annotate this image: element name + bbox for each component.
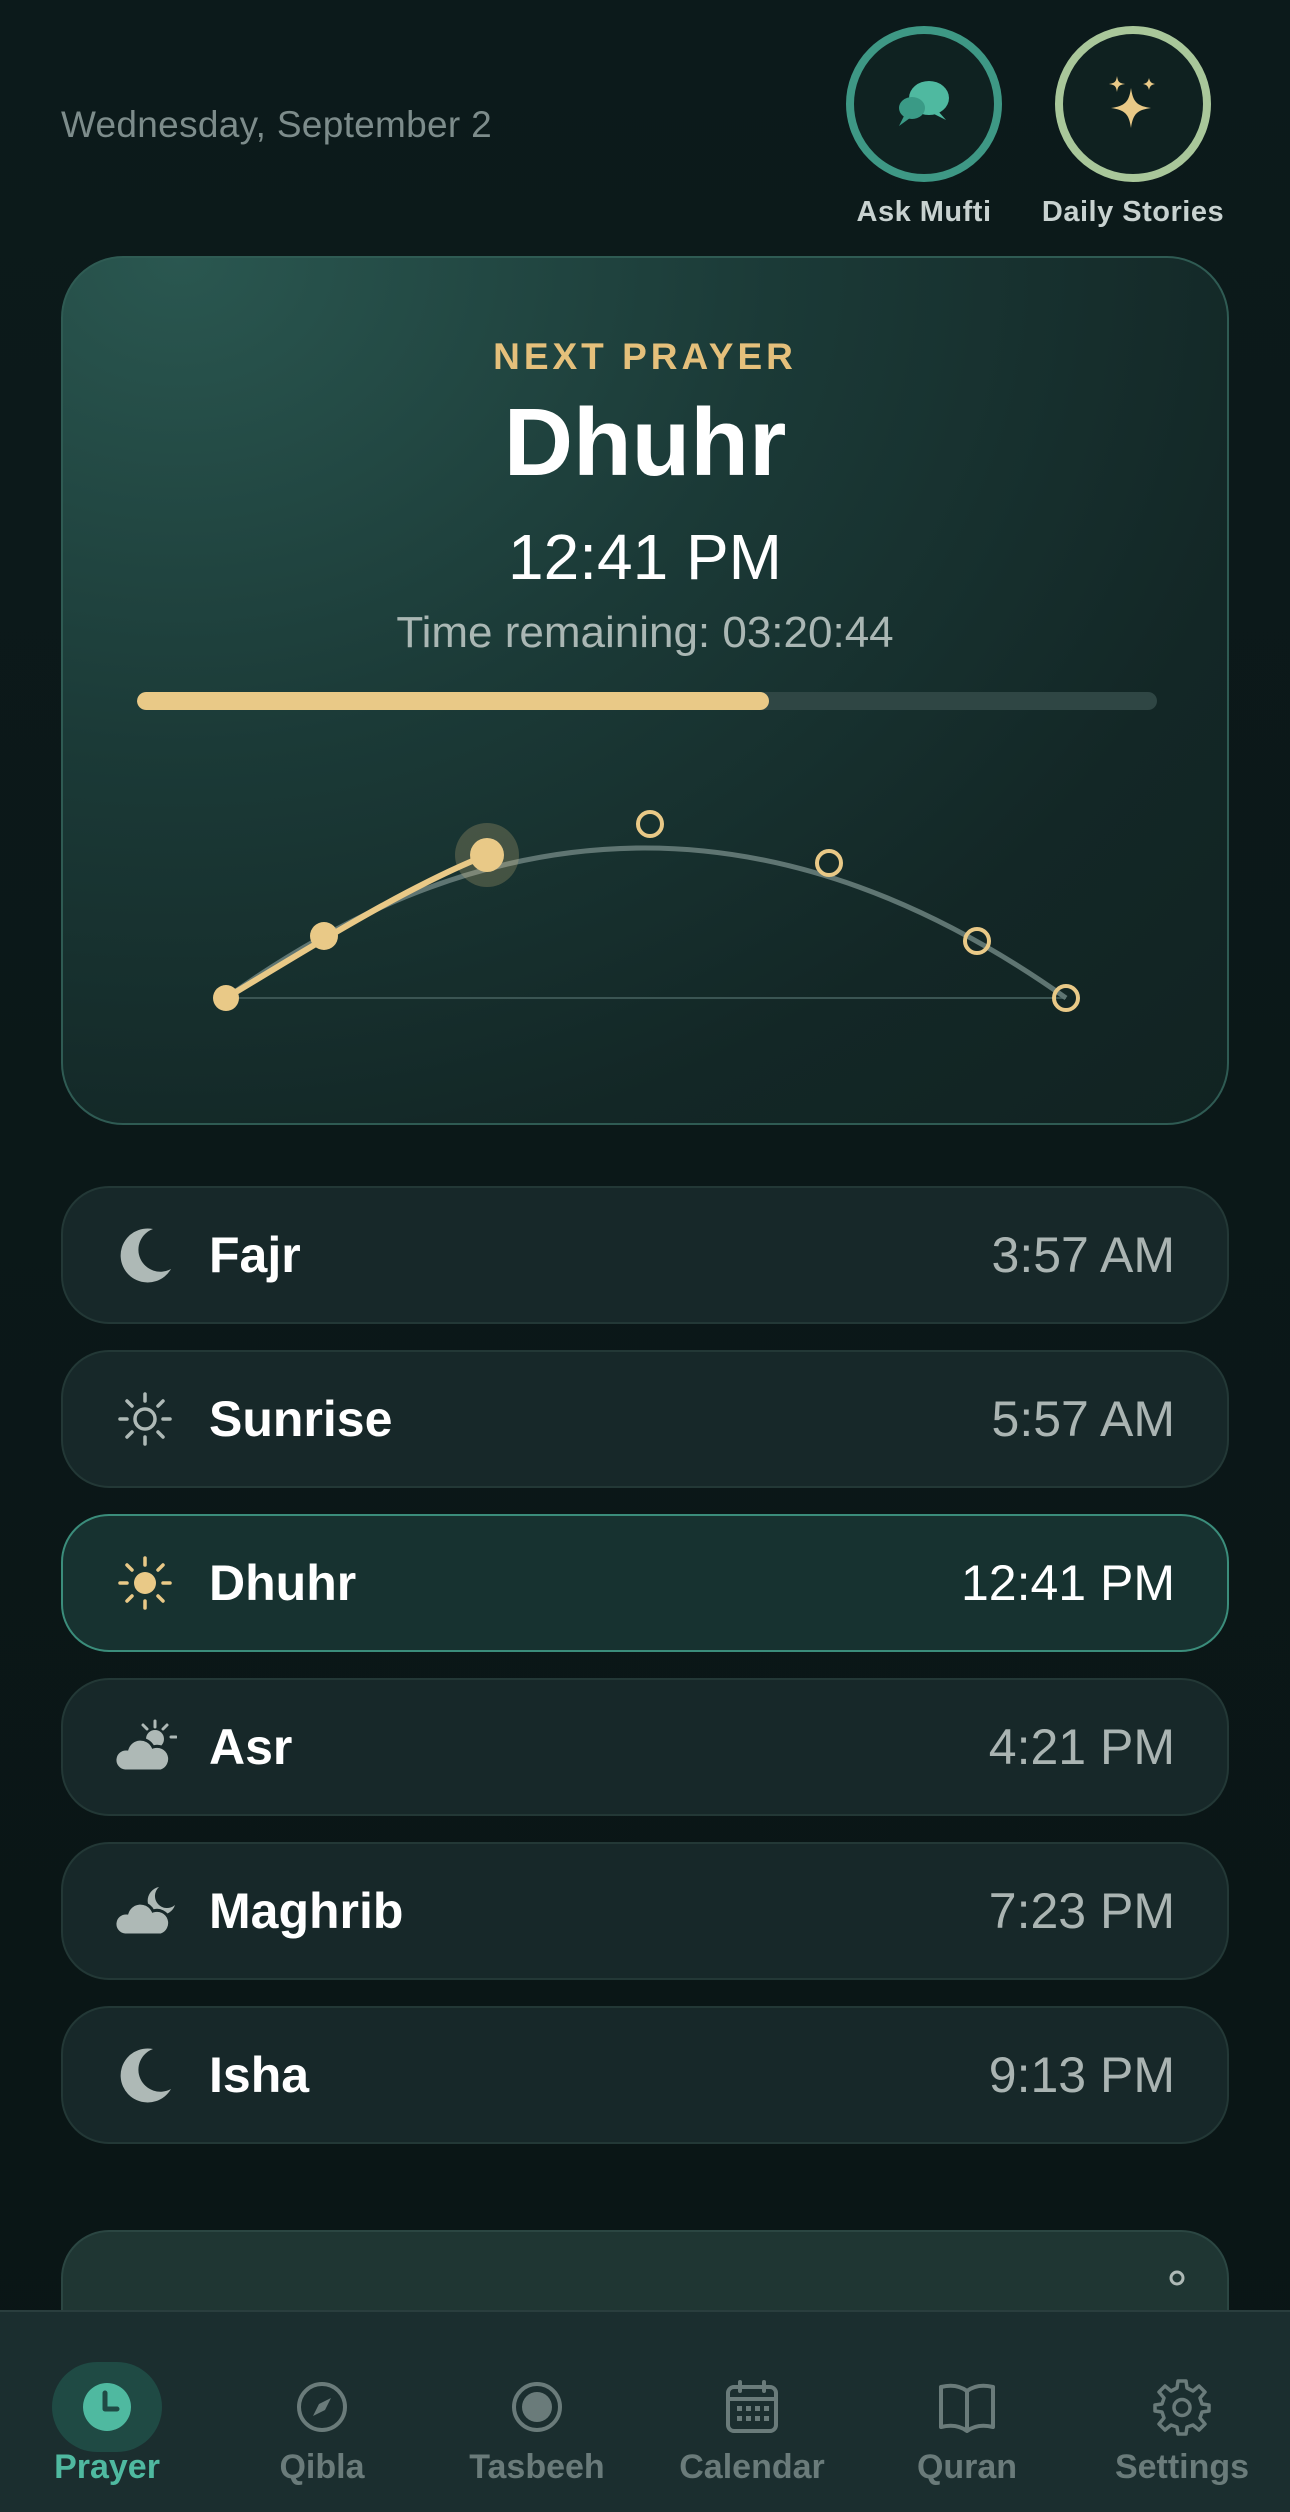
day-progress-fill	[137, 692, 770, 710]
bead-icon	[512, 2382, 562, 2432]
tab-calendar[interactable]: Calendar	[657, 2352, 847, 2487]
prayer-time: 9:13 PM	[988, 2047, 1175, 2103]
daily-stories-button[interactable]: Daily Stories	[1033, 26, 1233, 229]
cloud-moon-icon	[113, 1887, 175, 1937]
prayer-row-dhuhr[interactable]: Dhuhr 12:41 PM	[61, 1514, 1229, 1652]
current-date: Wednesday, September 2	[61, 104, 492, 145]
next-prayer-label: NEXT PRAYER	[493, 336, 797, 377]
clock-icon	[83, 2383, 131, 2431]
daily-stories-circle[interactable]	[1055, 26, 1211, 182]
prayer-time: 4:21 PM	[988, 1719, 1175, 1775]
prayer-name: Fajr	[209, 1227, 301, 1283]
tab-label: Settings	[1114, 2448, 1250, 2486]
prayer-row-asr[interactable]: Asr 4:21 PM	[61, 1678, 1229, 1816]
ask-mufti-circle[interactable]	[846, 26, 1002, 182]
link-icon	[1169, 2270, 1185, 2286]
tab-prayer[interactable]: Prayer	[12, 2352, 202, 2487]
sun-outline-icon	[118, 1392, 172, 1446]
marker-fajr	[213, 985, 239, 1011]
next-prayer-card: NEXT PRAYER Dhuhr 12:41 PM Time remainin…	[61, 256, 1229, 1125]
tab-tasbeeh[interactable]: Tasbeeh	[442, 2352, 632, 2487]
next-prayer-time: 12:41 PM	[508, 521, 782, 593]
tab-label: Quran	[916, 2448, 1018, 2486]
book-icon	[939, 2383, 995, 2433]
chat-bubbles-icon	[899, 81, 949, 126]
cloud-sun-icon	[113, 1719, 177, 1773]
tab-label: Calendar	[679, 2448, 825, 2486]
tab-label: Tasbeeh	[469, 2448, 605, 2486]
tab-bar: Prayer Qibla Tasbeeh Calendar Quran Sett…	[0, 2310, 1290, 2512]
day-progress-bar	[137, 692, 1157, 710]
tab-quran[interactable]: Quran	[872, 2352, 1062, 2487]
marker-current	[470, 838, 504, 872]
prayer-name: Asr	[209, 1719, 293, 1775]
prayer-row-sunrise[interactable]: Sunrise 5:57 AM	[61, 1350, 1229, 1488]
prayer-row-isha[interactable]: Isha 9:13 PM	[61, 2006, 1229, 2144]
sparkles-icon	[1109, 76, 1155, 128]
sun-path-arc	[213, 810, 1080, 1012]
active-tab-pill	[52, 2362, 162, 2452]
prayer-name: Isha	[209, 2047, 310, 2103]
app-root: Wednesday, September 2 Ask Mufti Daily S…	[0, 0, 1290, 2512]
calendar-icon	[726, 2380, 778, 2433]
tab-settings[interactable]: Settings	[1087, 2352, 1277, 2487]
prayer-time: 3:57 AM	[991, 1227, 1175, 1283]
daily-stories-label: Daily Stories	[1041, 196, 1225, 228]
prayer-name: Dhuhr	[209, 1555, 357, 1611]
tab-label: Prayer	[54, 2448, 160, 2486]
ask-mufti-button[interactable]: Ask Mufti	[824, 26, 1024, 229]
ask-mufti-label: Ask Mufti	[856, 196, 992, 228]
sun-path-elapsed	[223, 852, 490, 1001]
prayer-row-maghrib[interactable]: Maghrib 7:23 PM	[61, 1842, 1229, 1980]
marker-sunrise	[310, 922, 338, 950]
prayer-name: Maghrib	[209, 1883, 404, 1939]
tab-label: Qibla	[279, 2448, 365, 2486]
prayer-name: Sunrise	[209, 1391, 393, 1447]
tab-qibla[interactable]: Qibla	[227, 2352, 417, 2487]
compass-icon	[297, 2382, 347, 2432]
prayer-time: 7:23 PM	[988, 1883, 1175, 1939]
gear-icon	[1153, 2379, 1211, 2436]
next-prayer-name: Dhuhr	[503, 389, 787, 496]
time-remaining: Time remaining: 03:20:44	[396, 608, 894, 657]
prayer-time: 12:41 PM	[960, 1555, 1175, 1611]
prayer-time: 5:57 AM	[991, 1391, 1175, 1447]
marker-asr	[815, 849, 843, 877]
prayer-row-fajr[interactable]: Fajr 3:57 AM	[61, 1186, 1229, 1324]
sun-icon	[118, 1556, 172, 1610]
moon-icon	[120, 1228, 171, 1283]
moon-icon	[120, 2048, 171, 2103]
marker-dhuhr	[636, 810, 664, 838]
